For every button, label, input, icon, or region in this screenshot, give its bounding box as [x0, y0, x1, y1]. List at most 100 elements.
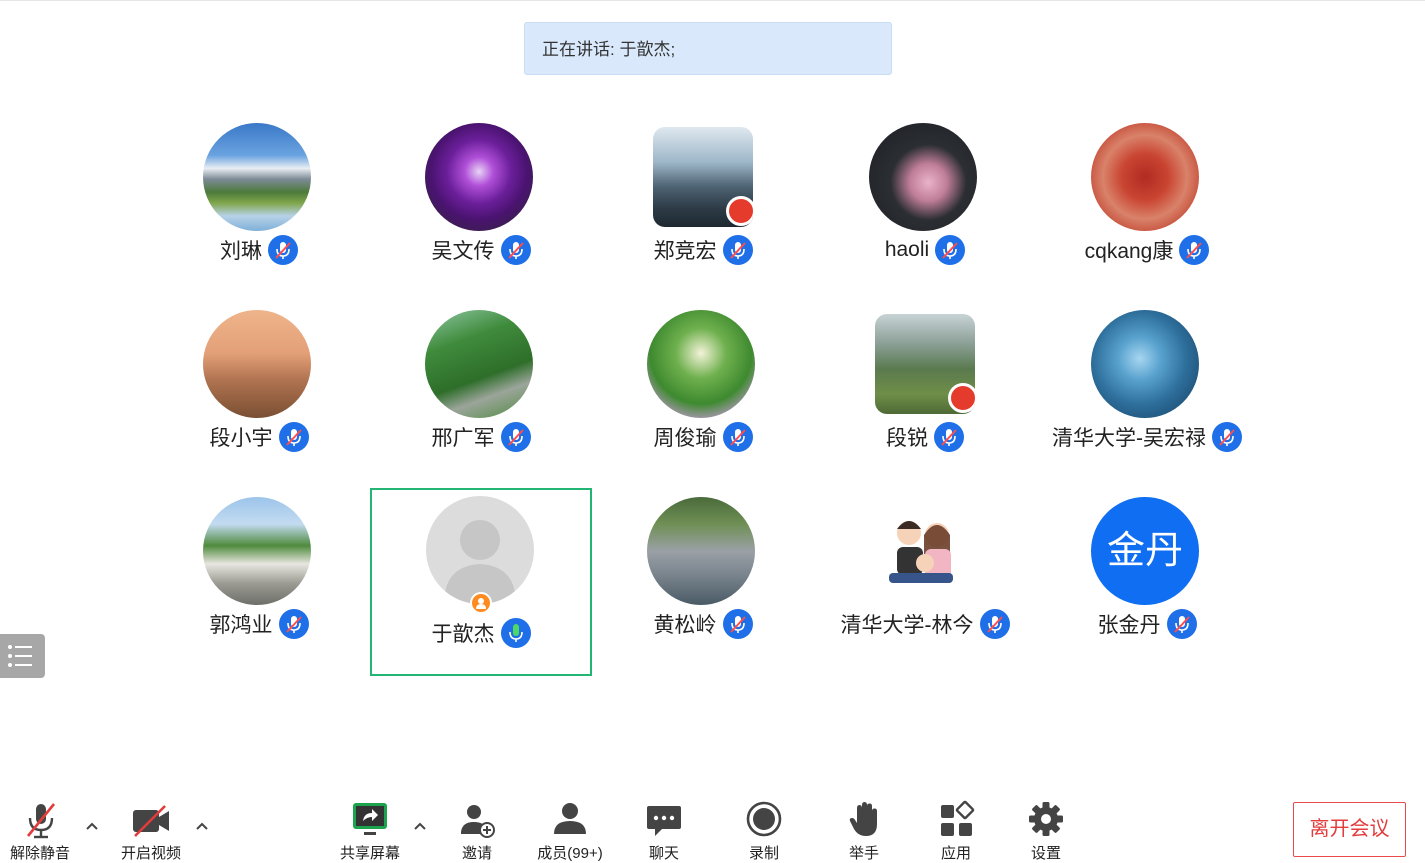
- record-icon: [746, 801, 782, 837]
- muted-mic-icon: [1212, 422, 1242, 452]
- muted-mic-icon: [1166, 609, 1197, 639]
- participant-name: 清华大学-吴宏禄: [1052, 427, 1206, 450]
- host-badge-icon: [470, 592, 492, 614]
- participant-name: 段锐: [886, 427, 928, 450]
- avatar: [647, 497, 755, 605]
- muted-mic-icon: [934, 422, 964, 452]
- members-icon: [554, 803, 586, 834]
- participant-tile-active-speaker[interactable]: 于歆杰: [370, 488, 592, 676]
- members-label: 成员(99+): [537, 845, 603, 862]
- avatar: [203, 497, 311, 605]
- participant-name: 吴文传: [431, 240, 495, 263]
- chat-label: 聊天: [648, 845, 679, 862]
- record-button[interactable]: 录制: [740, 800, 788, 862]
- avatar: [875, 314, 975, 414]
- share-screen-button[interactable]: 共享屏幕: [334, 800, 406, 862]
- avatar: [653, 127, 753, 227]
- participant-tile[interactable]: 周俊瑜: [592, 302, 814, 490]
- participant-tile[interactable]: 郑竞宏: [592, 115, 814, 303]
- muted-mic-icon: [500, 235, 531, 265]
- participant-tile[interactable]: 段锐: [814, 302, 1036, 490]
- person-silhouette-icon: [444, 520, 516, 604]
- invite-label: 邀请: [461, 845, 492, 862]
- muted-mic-icon: [278, 609, 309, 639]
- avatar: [1091, 123, 1199, 231]
- avatar: [869, 123, 977, 231]
- top-divider: [0, 0, 1425, 1]
- muted-mic-icon: [722, 235, 753, 265]
- avatar: [203, 310, 311, 418]
- unmute-label: 解除静音: [9, 845, 70, 862]
- record-label: 录制: [748, 845, 779, 862]
- muted-mic-icon: [979, 609, 1010, 639]
- muted-mic-icon: [278, 422, 309, 452]
- cartoon-family-avatar: [889, 521, 953, 583]
- participant-name: 于歆杰: [431, 623, 495, 646]
- chat-icon: [647, 806, 681, 836]
- avatar: [203, 123, 311, 231]
- apps-grid-icon: [941, 800, 975, 836]
- leave-meeting-button[interactable]: 离开会议: [1293, 802, 1406, 857]
- participant-tile[interactable]: 段小宇: [148, 302, 370, 490]
- share-screen-label: 共享屏幕: [339, 845, 400, 862]
- participant-name: 段小宇: [209, 427, 273, 450]
- apps-label: 应用: [940, 845, 971, 862]
- start-video-label: 开启视频: [120, 845, 181, 862]
- participant-tile[interactable]: cqkang康: [1036, 115, 1258, 303]
- avatar: [647, 310, 755, 418]
- initials-avatar: 金丹: [1091, 497, 1199, 605]
- muted-mic-icon: [722, 609, 753, 639]
- participant-name: 黄松岭: [653, 614, 717, 637]
- unmute-button[interactable]: 解除静音: [4, 800, 76, 862]
- muted-mic-icon: [500, 422, 531, 452]
- raise-hand-icon: [849, 802, 877, 836]
- participant-tile[interactable]: haoli: [814, 115, 1036, 303]
- add-user-icon: [461, 805, 495, 838]
- video-options-chevron-up-icon[interactable]: [194, 818, 210, 834]
- share-screen-icon: [353, 803, 387, 835]
- active-mic-icon: [500, 618, 531, 648]
- muted-mic-icon: [268, 235, 298, 265]
- participant-tile[interactable]: 清华大学-林今: [814, 489, 1036, 677]
- raise-hand-button[interactable]: 举手: [840, 800, 888, 862]
- list-icon: [8, 645, 32, 667]
- participant-name: 郭鸿业: [209, 614, 273, 637]
- video-off-icon: [133, 805, 169, 837]
- flag-badge: [726, 196, 753, 226]
- list-view-toggle-button[interactable]: [0, 634, 45, 678]
- participant-tile[interactable]: 吴文传: [370, 115, 592, 303]
- muted-mic-icon: [1179, 235, 1210, 265]
- participant-name: 周俊瑜: [653, 427, 717, 450]
- gear-icon: [1029, 802, 1063, 836]
- raise-hand-label: 举手: [848, 845, 879, 862]
- apps-button[interactable]: 应用: [932, 800, 980, 862]
- participant-tile[interactable]: 邢广军: [370, 302, 592, 490]
- flag-badge: [948, 383, 975, 413]
- participant-tile[interactable]: 清华大学-吴宏禄: [1036, 302, 1258, 490]
- avatar: [425, 123, 533, 231]
- avatar: [1091, 310, 1199, 418]
- audio-options-chevron-up-icon[interactable]: [84, 818, 100, 834]
- avatar: [425, 310, 533, 418]
- participant-tile[interactable]: 黄松岭: [592, 489, 814, 677]
- share-options-chevron-up-icon[interactable]: [412, 818, 428, 834]
- chat-button[interactable]: 聊天: [640, 800, 688, 862]
- members-button[interactable]: 成员(99+): [528, 800, 612, 862]
- participant-tile[interactable]: 金丹 张金丹: [1036, 489, 1258, 677]
- settings-button[interactable]: 设置: [1022, 800, 1070, 862]
- participant-name: 张金丹: [1097, 614, 1161, 637]
- avatar: [869, 497, 977, 605]
- speaking-banner: 正在讲话: 于歆杰;: [524, 22, 892, 75]
- participant-name: haoli: [884, 238, 930, 261]
- muted-mic-icon: [935, 235, 966, 265]
- start-video-button[interactable]: 开启视频: [114, 800, 188, 862]
- default-avatar: [426, 496, 534, 604]
- participant-tile[interactable]: 刘琳: [148, 115, 370, 303]
- settings-label: 设置: [1030, 845, 1061, 862]
- participant-tile[interactable]: 郭鸿业: [148, 489, 370, 677]
- participant-name: 刘琳: [220, 240, 262, 263]
- muted-mic-icon: [722, 422, 753, 452]
- participant-name: 邢广军: [431, 427, 495, 450]
- participant-name: cqkang康: [1084, 240, 1174, 263]
- invite-button[interactable]: 邀请: [452, 800, 502, 862]
